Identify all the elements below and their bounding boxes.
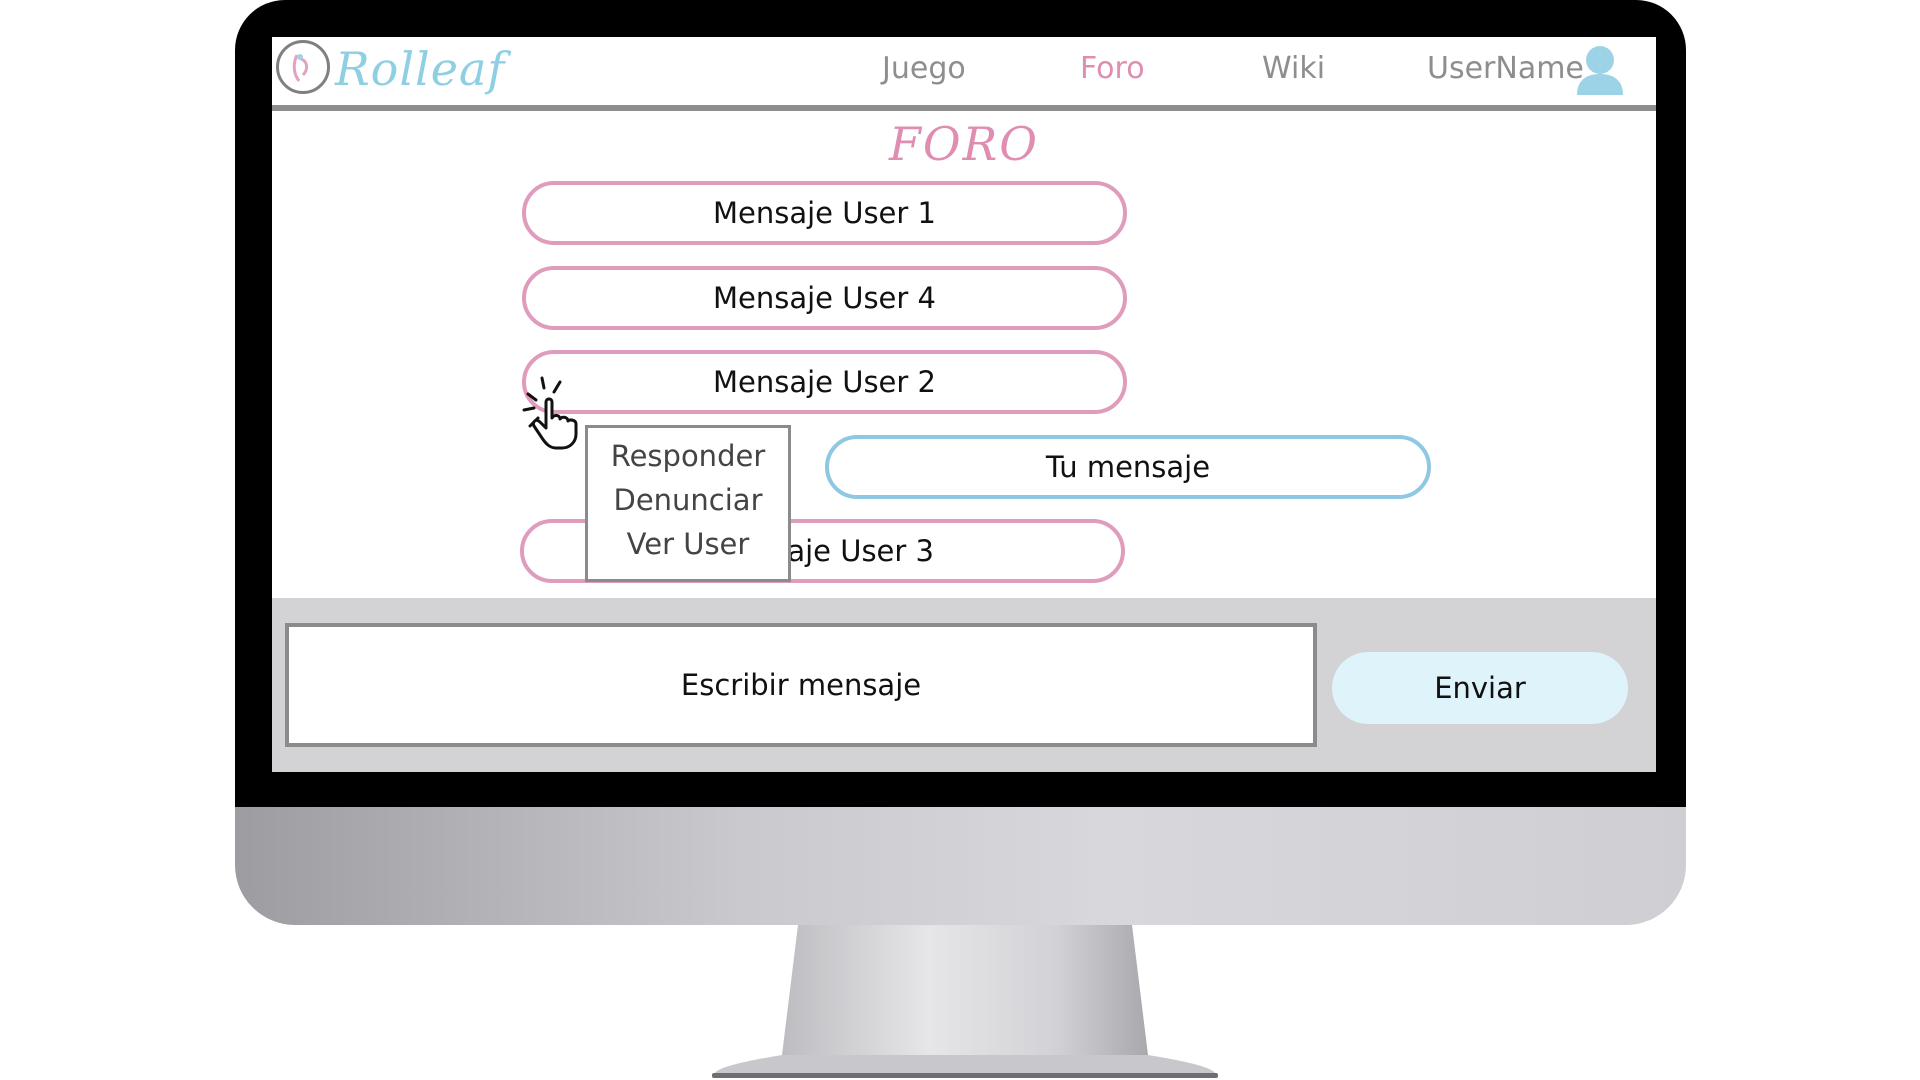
nav-wiki[interactable]: Wiki xyxy=(1262,51,1325,86)
header-divider xyxy=(272,105,1656,111)
page-title: FORO xyxy=(889,117,1039,171)
context-item-denunciar[interactable]: Denunciar xyxy=(588,478,788,522)
own-message-item[interactable]: Tu mensaje xyxy=(825,435,1431,499)
monitor-stand xyxy=(0,925,1920,1080)
nav-foro[interactable]: Foro xyxy=(1080,51,1145,86)
nav-juego[interactable]: Juego xyxy=(882,51,966,86)
message-context-menu: Responder Denunciar Ver User xyxy=(585,425,791,582)
context-item-responder[interactable]: Responder xyxy=(588,434,788,478)
screen: Rolleaf Juego Foro Wiki UserName FORO Me… xyxy=(272,37,1656,772)
send-button[interactable]: Enviar xyxy=(1332,652,1628,724)
message-item[interactable]: Mensaje User 1 xyxy=(522,181,1127,245)
monitor-chin xyxy=(235,807,1686,925)
logo-icon[interactable] xyxy=(276,40,330,94)
message-item[interactable]: Mensaje User 4 xyxy=(522,266,1127,330)
logo-text[interactable]: Rolleaf xyxy=(335,42,505,96)
pointer-click-icon xyxy=(522,376,578,450)
nav-username[interactable]: UserName xyxy=(1427,51,1584,86)
message-item[interactable]: Mensaje User 2 xyxy=(522,350,1127,414)
context-item-ver-user[interactable]: Ver User xyxy=(588,522,788,566)
user-avatar-icon[interactable] xyxy=(1574,43,1626,95)
message-input[interactable]: Escribir mensaje xyxy=(285,623,1317,747)
top-navbar: Rolleaf Juego Foro Wiki UserName xyxy=(272,37,1656,105)
